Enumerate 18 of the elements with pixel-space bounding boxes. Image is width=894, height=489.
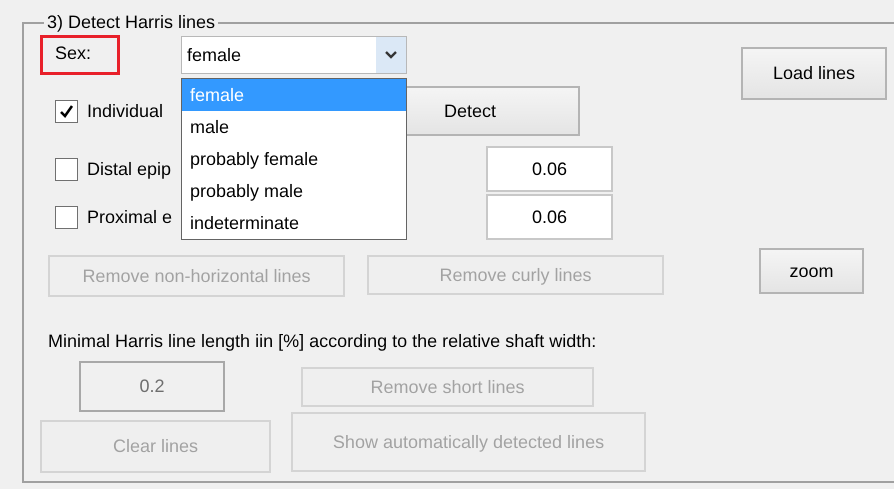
sex-option[interactable]: probably male [182,175,406,207]
threshold-field[interactable]: 0.06 [486,146,613,192]
sex-dropdown[interactable]: female [181,36,407,74]
load-lines-button[interactable]: Load lines [741,47,887,100]
checkbox-label: Individual [87,100,164,122]
checkbox[interactable] [55,206,78,228]
min-length-note: Minimal Harris line length iin [%] according to the relative shaft width: [48,330,598,352]
checkmark-icon [58,102,75,120]
zoom-button[interactable]: zoom [759,248,864,294]
checkbox[interactable] [55,100,78,122]
checkbox[interactable] [55,158,78,180]
sex-option[interactable]: indeterminate [182,207,406,239]
checkbox-label: Proximal e [87,206,172,228]
sex-label: Sex: [40,35,120,75]
threshold-field[interactable]: 0.06 [486,194,613,240]
chevron-down-icon[interactable] [376,37,406,73]
sex-option[interactable]: probably female [182,143,406,175]
checkbox-label: Distal epip [87,158,172,180]
